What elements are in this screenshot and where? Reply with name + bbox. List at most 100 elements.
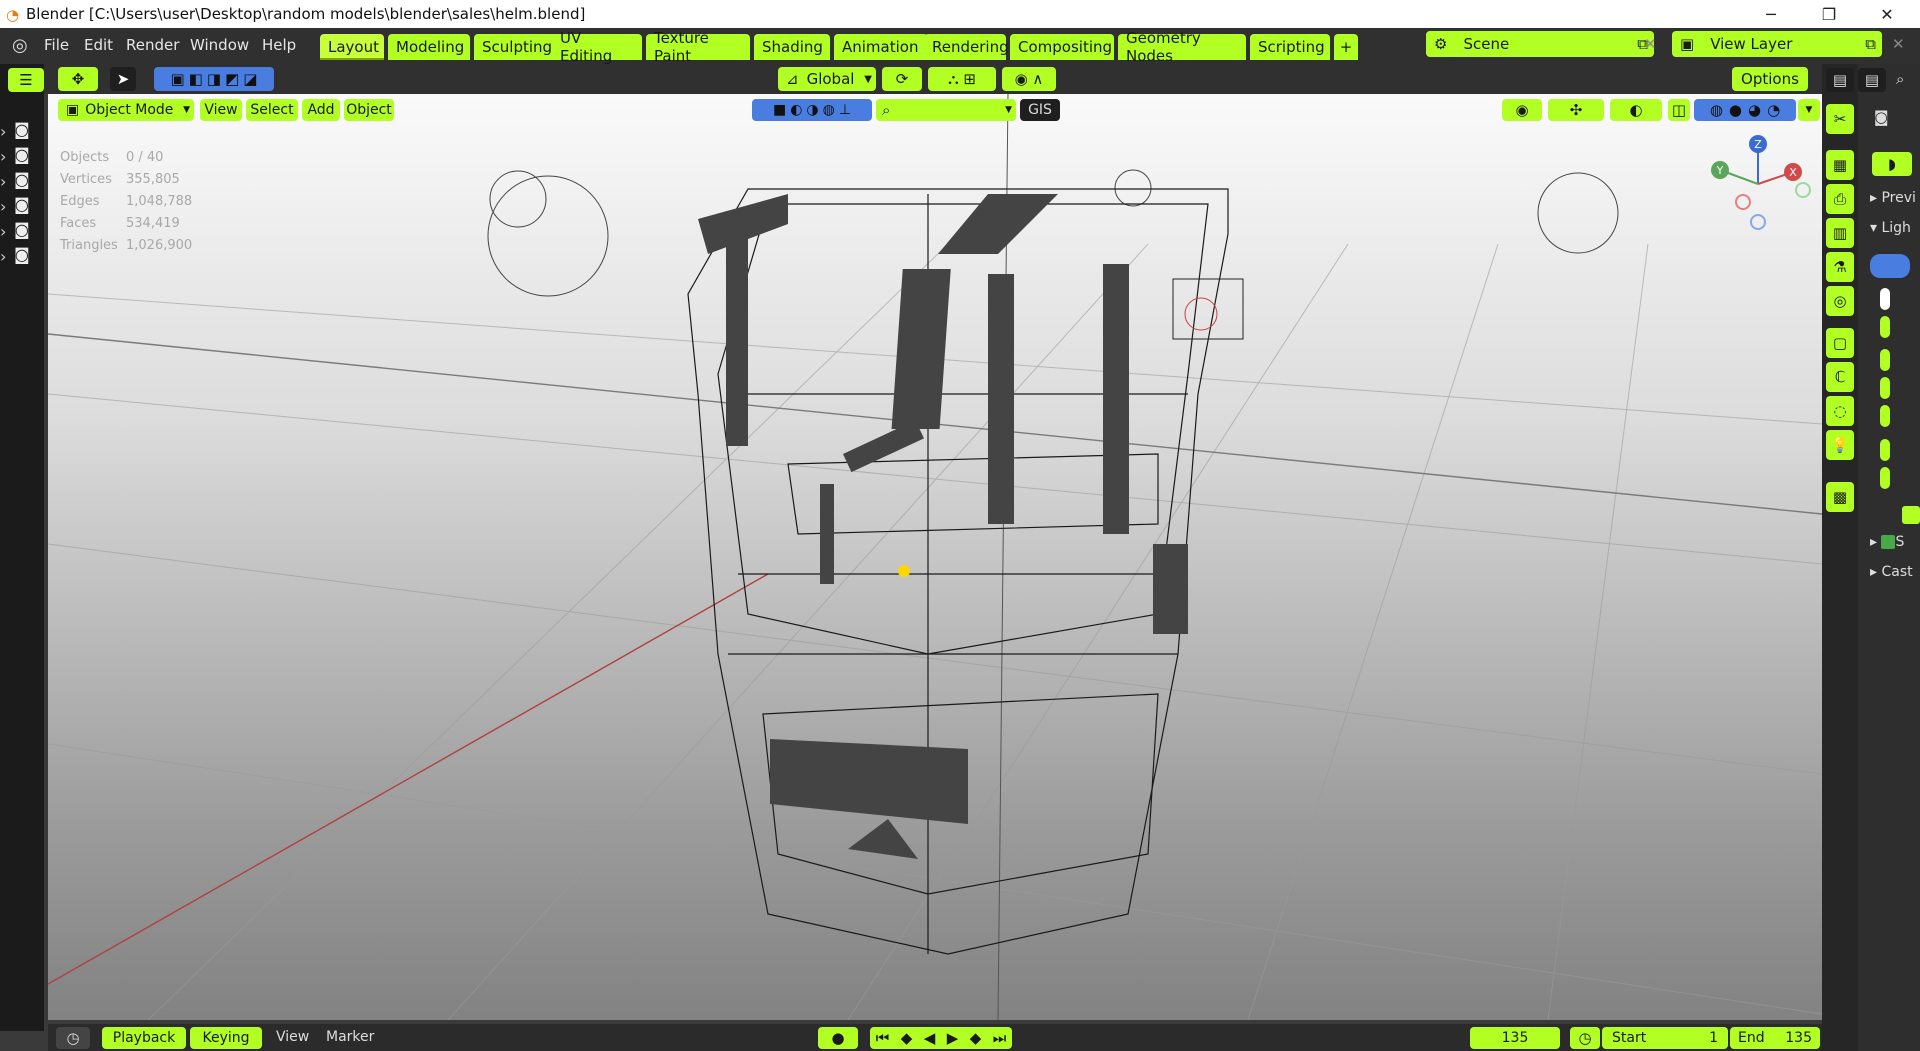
editor-type-icon[interactable]: ▤ <box>1826 68 1854 92</box>
filter-light-icon[interactable]: ◐ <box>790 102 802 118</box>
menu-view[interactable]: View <box>200 99 242 121</box>
volume-field[interactable] <box>1880 405 1890 427</box>
copy-view-layer-icon[interactable]: ⧉ <box>1865 35 1876 53</box>
filter-toggles[interactable]: ■ ◐ ◑ ◍ ⊥ <box>752 99 872 121</box>
gizmo-z-axis[interactable]: Z <box>1749 135 1767 153</box>
gizmo-y-axis[interactable]: Y <box>1711 161 1729 179</box>
pivot-point-dropdown[interactable]: ⟳ <box>882 67 922 91</box>
camera-icon[interactable]: ◙ <box>14 222 30 238</box>
object-tab-icon[interactable]: ▢ <box>1826 328 1854 358</box>
expand-icon[interactable]: › <box>0 199 6 215</box>
minimize-button[interactable]: ─ <box>1748 0 1794 28</box>
texture-tab-icon[interactable]: ▩ <box>1826 482 1854 512</box>
playback-controls[interactable]: ⏮ ◆ ◀ ▶ ◆ ⏭ <box>870 1027 1012 1049</box>
visibility-dropdown[interactable]: ◉ <box>1502 99 1542 121</box>
light-tab-icon[interactable]: 💡 <box>1826 430 1854 460</box>
filter-world-icon[interactable]: ◍ <box>823 102 835 118</box>
tool-settings-icon[interactable]: ✥ <box>58 67 98 91</box>
editor-type-icon[interactable]: ▤ <box>1858 68 1886 92</box>
preview-panel-header[interactable]: ▸ Previ <box>1870 190 1916 206</box>
editor-type-icon[interactable]: ☰ <box>8 68 44 92</box>
overlay-dropdown[interactable]: ◐ <box>1610 99 1662 121</box>
select-new-icon[interactable]: ▣ <box>171 70 185 88</box>
camera-icon[interactable]: ◙ <box>14 197 30 213</box>
menu-help[interactable]: Help <box>258 34 300 56</box>
checkbox-checked-icon[interactable] <box>1881 535 1896 549</box>
menu-object[interactable]: Object <box>344 99 394 121</box>
jump-start-icon[interactable]: ⏮ <box>876 1029 890 1047</box>
tab-geometry-nodes[interactable]: Geometry Nodes <box>1118 29 1246 65</box>
world-tab-icon[interactable]: ◎ <box>1826 286 1854 316</box>
tab-scripting[interactable]: Scripting <box>1250 34 1330 60</box>
camera-icon[interactable]: ◙ <box>14 122 30 138</box>
tab-uv-editing[interactable]: UV Editing <box>552 29 642 65</box>
light-panel-header[interactable]: ▾ Ligh <box>1870 220 1911 236</box>
material-shading-icon[interactable]: ◕ <box>1748 101 1761 119</box>
remove-scene-icon[interactable]: ✕ <box>1644 35 1657 53</box>
next-keyframe-icon[interactable]: ◆ <box>970 1029 982 1047</box>
tab-rendering[interactable]: Rendering <box>924 34 1009 60</box>
end-frame-field[interactable]: End 135 <box>1730 1027 1820 1049</box>
options-dropdown[interactable]: Options <box>1732 67 1808 91</box>
playback-menu[interactable]: Playback <box>102 1027 186 1049</box>
specular-field[interactable] <box>1880 377 1890 399</box>
marker-menu[interactable]: Marker <box>326 1029 374 1045</box>
blender-menu-icon[interactable]: ◎ <box>12 35 28 56</box>
selection-mode-group[interactable]: ▣ ◧ ◨ ◩ ◪ <box>154 67 274 91</box>
tab-compositing[interactable]: Compositing <box>1010 34 1114 60</box>
menu-window[interactable]: Window <box>186 34 253 56</box>
navigation-gizmo[interactable]: Z Y X <box>1708 134 1811 234</box>
remove-view-layer-icon[interactable]: ✕ <box>1892 35 1905 53</box>
menu-edit[interactable]: Edit <box>80 34 117 56</box>
jump-end-icon[interactable]: ⏭ <box>993 1029 1007 1047</box>
current-frame-field[interactable]: 135 <box>1470 1027 1560 1049</box>
camera-icon[interactable]: ◙ <box>14 247 30 263</box>
gizmo-neg-z-axis[interactable] <box>1750 214 1766 230</box>
maximize-button[interactable]: ❐ <box>1806 0 1852 28</box>
play-icon[interactable]: ▶ <box>947 1029 959 1047</box>
preview-range-toggle[interactable]: ◷ <box>1570 1027 1600 1049</box>
auto-keying-toggle[interactable]: ● <box>818 1027 858 1049</box>
shading-mode-group[interactable]: ◍ ● ◕ ◔ <box>1694 99 1796 121</box>
gizmo-neg-y-axis[interactable] <box>1795 182 1811 198</box>
camera-icon[interactable]: ◙ <box>14 172 30 188</box>
tab-shading[interactable]: Shading <box>754 34 830 60</box>
light-preview-icon[interactable]: ◗ <box>1872 152 1912 176</box>
select-invert-icon[interactable]: ◩ <box>225 70 239 88</box>
nodes-toggle[interactable] <box>1902 506 1920 524</box>
color-field[interactable] <box>1880 288 1890 310</box>
play-reverse-icon[interactable]: ◀ <box>924 1029 936 1047</box>
expand-icon[interactable]: › <box>0 249 6 265</box>
filter-mesh-icon[interactable]: ■ <box>773 102 786 118</box>
output-tab-icon[interactable]: ⎙ <box>1826 184 1854 214</box>
helmet-wireframe[interactable] <box>687 188 1229 955</box>
tab-layout[interactable]: Layout <box>320 34 384 60</box>
xray-toggle[interactable]: ◫ <box>1668 99 1690 121</box>
view-menu[interactable]: View <box>276 1029 309 1045</box>
radius-field[interactable] <box>1880 439 1890 461</box>
prev-keyframe-icon[interactable]: ◆ <box>901 1029 913 1047</box>
rendered-shading-icon[interactable]: ◔ <box>1767 101 1780 119</box>
3d-viewport[interactable]: ▣ Object Mode ▼ View Select Add Object ■… <box>48 94 1822 1020</box>
expand-icon[interactable]: › <box>0 174 6 190</box>
filter-bones-icon[interactable]: ⊥ <box>839 102 851 118</box>
proportional-edit-group[interactable]: ◉ ∧ <box>1002 67 1056 91</box>
camera-icon[interactable]: ◙ <box>14 147 30 163</box>
start-frame-field[interactable]: Start 1 <box>1602 1027 1728 1049</box>
physics-tab-icon[interactable]: ◌ <box>1826 396 1854 426</box>
select-intersect-icon[interactable]: ◪ <box>243 70 257 88</box>
snap-group[interactable]: ⛬ ⊞ <box>928 67 996 91</box>
select-subtract-icon[interactable]: ◨ <box>207 70 221 88</box>
shading-options-dropdown[interactable]: ▼ <box>1798 99 1820 121</box>
gis-search-field[interactable]: ⌕ ▼ <box>876 99 1016 121</box>
light-type-toggle[interactable] <box>1870 254 1910 278</box>
gizmo-x-axis[interactable]: X <box>1784 163 1802 181</box>
light-gizmo[interactable] <box>489 170 547 228</box>
view-layer-selector[interactable]: ▣ View Layer ⧉ <box>1672 31 1882 57</box>
power-field[interactable] <box>1880 316 1890 338</box>
close-button[interactable]: ✕ <box>1864 0 1910 28</box>
keying-menu[interactable]: Keying <box>190 1027 262 1049</box>
menu-render[interactable]: Render <box>122 34 183 56</box>
search-icon[interactable]: ⌕ <box>1896 70 1904 88</box>
menu-select[interactable]: Select <box>246 99 298 121</box>
